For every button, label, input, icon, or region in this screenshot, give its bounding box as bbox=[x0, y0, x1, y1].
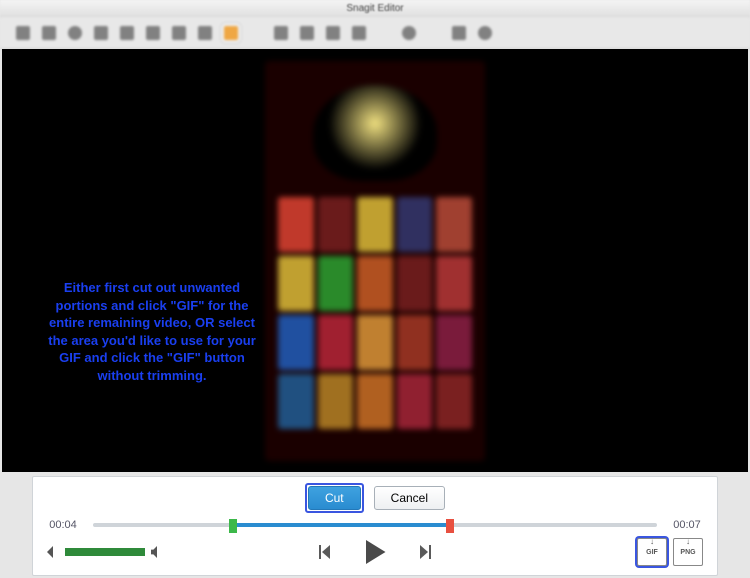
title-bar: Snagit Editor bbox=[0, 0, 750, 18]
selection-start-handle[interactable] bbox=[229, 519, 237, 533]
tool-select-icon[interactable] bbox=[68, 26, 82, 40]
preview-content bbox=[278, 197, 472, 429]
tool-cursor-icon[interactable] bbox=[172, 26, 186, 40]
volume-icon bbox=[151, 546, 163, 558]
gear-icon[interactable] bbox=[478, 26, 492, 40]
tool-line-icon[interactable] bbox=[120, 26, 134, 40]
volume-bar[interactable] bbox=[65, 548, 145, 556]
timeline[interactable] bbox=[93, 520, 657, 530]
tool-more-icon[interactable] bbox=[352, 26, 366, 40]
tool-pen-icon[interactable] bbox=[94, 26, 108, 40]
selection-end-handle[interactable] bbox=[446, 519, 454, 533]
video-viewer: Either first cut out unwanted portions a… bbox=[2, 49, 748, 472]
tool-highlight-icon[interactable] bbox=[42, 26, 56, 40]
controls-area: Cut Cancel 00:04 00:07 bbox=[0, 472, 750, 578]
tool-search-icon[interactable] bbox=[402, 26, 416, 40]
cut-highlight: Cut bbox=[305, 483, 364, 513]
step-forward-button[interactable] bbox=[414, 542, 434, 562]
export-buttons: GIF PNG bbox=[637, 538, 703, 566]
app-window: Snagit Editor Either first cut out unwan… bbox=[0, 0, 750, 578]
time-start: 00:04 bbox=[43, 519, 83, 531]
tool-trim-icon[interactable] bbox=[198, 26, 212, 40]
toolbar bbox=[0, 18, 750, 49]
time-end: 00:07 bbox=[667, 519, 707, 531]
playback-row: GIF PNG bbox=[43, 537, 707, 567]
instruction-overlay: Either first cut out unwanted portions a… bbox=[47, 279, 257, 384]
play-button[interactable] bbox=[360, 537, 390, 567]
tool-blur-icon[interactable] bbox=[452, 26, 466, 40]
tool-sequence-icon[interactable] bbox=[224, 26, 238, 40]
timeline-selection bbox=[234, 523, 448, 527]
tool-selection-icon[interactable] bbox=[300, 26, 314, 40]
volume-control[interactable] bbox=[47, 546, 163, 558]
cut-button[interactable]: Cut bbox=[308, 486, 361, 510]
step-back-button[interactable] bbox=[316, 542, 336, 562]
cancel-button[interactable]: Cancel bbox=[374, 486, 445, 510]
tool-page-icon[interactable] bbox=[326, 26, 340, 40]
export-png-button[interactable]: PNG bbox=[673, 538, 703, 566]
export-gif-button[interactable]: GIF bbox=[637, 538, 667, 566]
tool-draw-icon[interactable] bbox=[16, 26, 30, 40]
mute-icon[interactable] bbox=[47, 546, 59, 558]
tool-view-icon[interactable] bbox=[274, 26, 288, 40]
timeline-row: 00:04 00:07 bbox=[43, 519, 707, 531]
video-controls: Cut Cancel 00:04 00:07 bbox=[32, 476, 718, 576]
cut-row: Cut Cancel bbox=[43, 483, 707, 513]
tool-arrow-icon[interactable] bbox=[146, 26, 160, 40]
video-preview bbox=[265, 61, 485, 461]
